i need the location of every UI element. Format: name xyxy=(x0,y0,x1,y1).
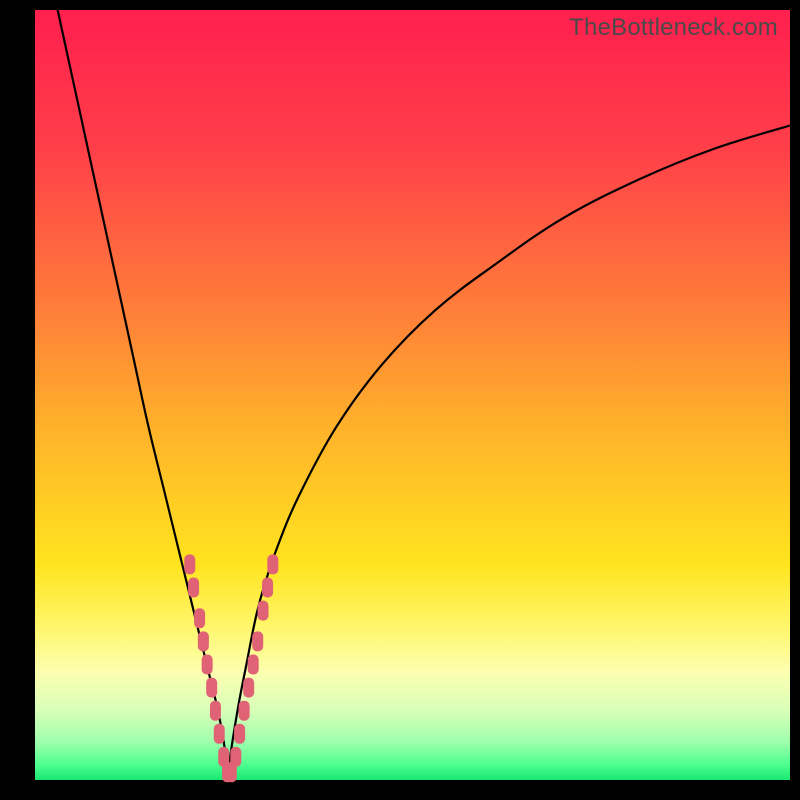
marker-point xyxy=(230,747,241,767)
marker-point xyxy=(252,631,263,651)
curve-right-branch xyxy=(228,126,790,781)
marker-point xyxy=(267,554,278,574)
marker-point xyxy=(198,631,209,651)
marker-point xyxy=(234,724,245,744)
marker-point xyxy=(248,655,259,675)
chart-frame: TheBottleneck.com xyxy=(0,0,800,800)
marker-point xyxy=(206,678,217,698)
marker-point xyxy=(184,554,195,574)
plot-area: TheBottleneck.com xyxy=(35,10,790,780)
marker-point xyxy=(243,678,254,698)
chart-svg xyxy=(35,10,790,780)
marker-point xyxy=(202,655,213,675)
marker-point xyxy=(210,701,221,721)
marker-point xyxy=(188,578,199,598)
marker-point xyxy=(262,578,273,598)
marker-point xyxy=(258,601,269,621)
marker-point xyxy=(194,608,205,628)
marker-point xyxy=(214,724,225,744)
marker-point xyxy=(239,701,250,721)
